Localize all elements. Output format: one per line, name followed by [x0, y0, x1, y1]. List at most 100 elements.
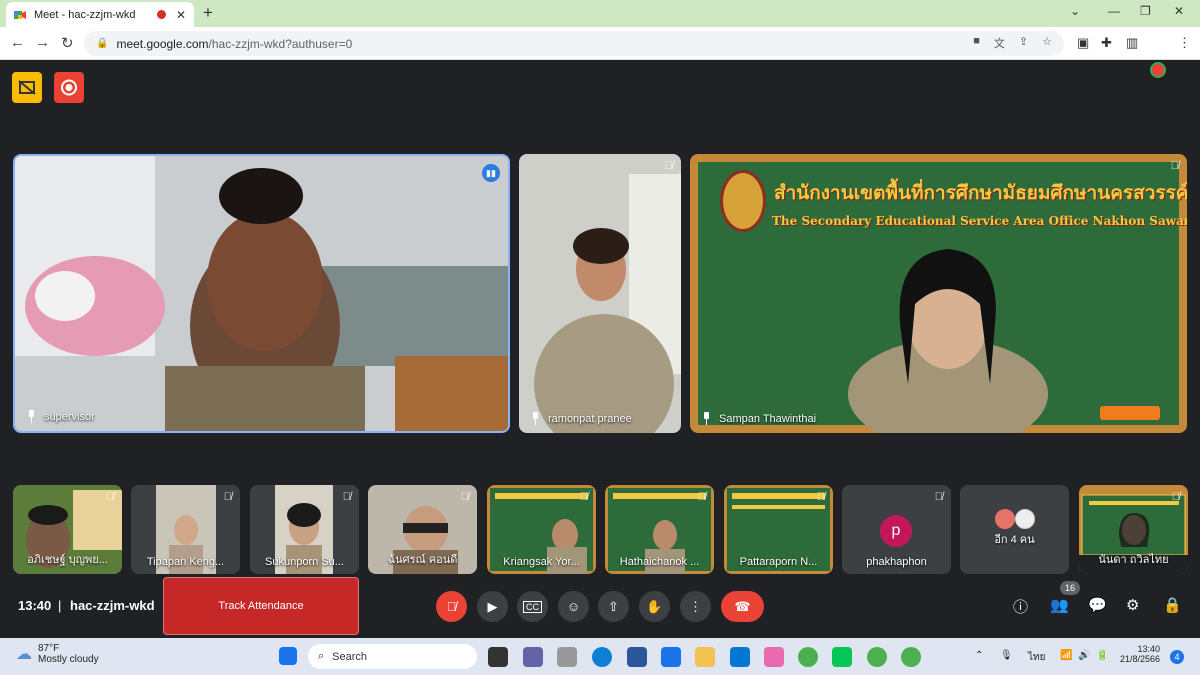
avatar: p	[880, 515, 912, 547]
back-button[interactable]: ←	[10, 34, 25, 51]
system-clock[interactable]: 13:40 21/8/2566	[1120, 644, 1160, 664]
language-indicator[interactable]: ไทย	[1028, 650, 1045, 665]
mic-off-icon: 🎙̸	[460, 491, 469, 503]
taskbar-search[interactable]: ⌕ Search	[308, 644, 477, 669]
maximize-button[interactable]: ❐	[1140, 4, 1151, 18]
app-l-icon[interactable]	[661, 647, 681, 667]
track-attendance-button[interactable]: Track Attendance	[163, 577, 359, 635]
minimize-button[interactable]: —	[1108, 4, 1120, 18]
search-icon: ⌕	[318, 650, 325, 662]
strip-tile-10[interactable]: 🎙̸ นันดา ถวิลไทย	[1079, 485, 1188, 574]
pin-icon[interactable]	[531, 412, 540, 425]
mic-toggle-button[interactable]: 🎙̸	[436, 591, 467, 622]
tab-meet[interactable]: Meet - hac-zzjm-wkd ✕	[6, 2, 194, 27]
url-field[interactable]: 🔒 meet.google.com/hac-zzjm-wkd?authuser=…	[84, 31, 1064, 56]
meeting-clock: 13:40	[18, 598, 52, 613]
captions-button[interactable]: CC	[517, 591, 548, 622]
mic-off-icon: 🎙̸	[1171, 491, 1180, 503]
extension-icon[interactable]: ▣	[1077, 35, 1089, 51]
strip-tile-5[interactable]: 🎙̸ Kriangsak Yor...	[487, 485, 596, 574]
wifi-icon[interactable]: 📶	[1060, 650, 1072, 661]
video-tile-sampan[interactable]: สำนักงานเขตพื้นที่การศึกษามัธยมศึกษานครส…	[690, 154, 1187, 433]
captions-off-button[interactable]	[12, 72, 42, 103]
hand-icon: ✋	[646, 598, 663, 614]
new-tab-button[interactable]: +	[203, 3, 213, 23]
activities-icon[interactable]: ⚙	[1126, 596, 1139, 614]
camera-in-use-icon[interactable]: ■	[973, 35, 980, 51]
present-icon: ⇧	[608, 598, 619, 614]
chrome-icon[interactable]	[867, 647, 887, 667]
teams-icon[interactable]	[523, 647, 543, 667]
tab-search-icon[interactable]: ⌄	[1070, 4, 1080, 18]
video-frame	[15, 156, 508, 431]
forward-button[interactable]: →	[35, 34, 50, 51]
tab-close-icon[interactable]: ✕	[176, 8, 186, 22]
strip-tile-7[interactable]: 🎙̸ Pattaraporn N...	[724, 485, 833, 574]
participant-name: supervisor	[44, 410, 95, 423]
strip-tile-others[interactable]: อีก 4 คน	[960, 485, 1069, 574]
leave-call-button[interactable]: ☎	[721, 591, 764, 622]
strip-tile-2[interactable]: 🎙̸ Tipapan Keng...	[131, 485, 240, 574]
microphone-tray-icon[interactable]: 🎙	[1000, 650, 1013, 661]
chat-icon[interactable]: 💬	[1088, 596, 1107, 614]
present-button[interactable]: ⇧	[598, 591, 629, 622]
presenter-figure	[848, 249, 1160, 433]
file-explorer-icon[interactable]	[695, 647, 715, 667]
notification-badge[interactable]: 4	[1170, 650, 1184, 664]
profile-avatar[interactable]	[1150, 62, 1166, 78]
video-tile-ramonpat[interactable]: 🎙̸ ramonpat pranee	[519, 154, 681, 433]
start-windows-icon[interactable]	[279, 647, 297, 665]
lock-icon: 🔒	[96, 38, 109, 49]
sidepanel-icon[interactable]: ▥	[1126, 35, 1138, 51]
participant-name: phakhaphon	[866, 556, 927, 568]
strip-tile-4[interactable]: 🎙̸ ฉันศรณ์ คอนดี	[368, 485, 477, 574]
app-icon[interactable]	[557, 647, 577, 667]
mic-off-icon: 🎙̸	[105, 491, 114, 503]
mic-off-icon: 🎙̸	[697, 491, 706, 503]
translate-icon[interactable]: 文	[994, 35, 1005, 51]
mail-icon[interactable]	[730, 647, 750, 667]
pin-icon[interactable]	[702, 412, 711, 425]
strip-tile-6[interactable]: 🎙̸ Hathaichanok ...	[605, 485, 714, 574]
reactions-button[interactable]: ☺	[558, 591, 589, 622]
participant-name: Sukunporn Su...	[265, 556, 344, 568]
participant-name-row: Tipapan Keng...	[131, 556, 240, 568]
participant-name-row: Kriangsak Yor...	[487, 556, 596, 568]
camera-toggle-button[interactable]: ▶	[477, 591, 508, 622]
browser-tab-bar: Meet - hac-zzjm-wkd ✕ + ⌄ — ❐ ✕	[0, 0, 1200, 27]
chrome-icon[interactable]	[798, 647, 818, 667]
video-tile-supervisor[interactable]: ▮▮ supervisor	[13, 154, 510, 433]
video-frame	[519, 154, 681, 433]
word-icon[interactable]	[627, 647, 647, 667]
reload-button[interactable]: ↻	[61, 34, 74, 52]
recording-button[interactable]	[54, 72, 84, 103]
weather-widget[interactable]: ☁ 87°F Mostly cloudy	[16, 643, 99, 665]
strip-tile-3[interactable]: 🎙̸ Sukunporn Su...	[250, 485, 359, 574]
pin-icon[interactable]	[27, 410, 36, 423]
close-window-button[interactable]: ✕	[1174, 4, 1184, 18]
raise-hand-button[interactable]: ✋	[639, 591, 670, 622]
volume-icon[interactable]: 🔊	[1078, 650, 1090, 661]
strip-tile-1[interactable]: 🎙̸ อภิเชษฐ์ บุญพย...	[13, 485, 122, 574]
more-menu-icon[interactable]: ⋮	[1178, 35, 1191, 51]
participant-name-row: Hathaichanok ...	[605, 556, 714, 568]
participant-name-row: Sampan Thawinthai	[702, 412, 816, 425]
edge-icon[interactable]	[592, 647, 612, 667]
participant-name: ฉันศรณ์ คอนดี	[387, 554, 458, 566]
strip-tile-8[interactable]: p 🎙̸ phakhaphon	[842, 485, 951, 574]
battery-icon[interactable]: 🔋	[1096, 650, 1108, 661]
extensions-puzzle-icon[interactable]: ✚	[1101, 35, 1112, 51]
task-view-icon[interactable]	[488, 647, 508, 667]
bookmark-star-icon[interactable]: ☆	[1042, 35, 1052, 51]
people-icon[interactable]: 👥	[1050, 596, 1069, 614]
show-hidden-icons[interactable]: ⌃	[975, 650, 983, 661]
meeting-info-icon[interactable]: ⓘ	[1013, 596, 1028, 617]
host-controls-icon[interactable]: 🔒	[1163, 596, 1182, 614]
more-options-button[interactable]: ⋮	[680, 591, 711, 622]
line-icon[interactable]	[832, 647, 852, 667]
meet-favicon-icon	[14, 9, 26, 21]
chrome-icon[interactable]	[901, 647, 921, 667]
snipping-tool-icon[interactable]	[764, 647, 784, 667]
share-icon[interactable]: ⇪	[1019, 35, 1028, 51]
participant-name: นันดา ถวิลไทย	[1098, 554, 1169, 566]
